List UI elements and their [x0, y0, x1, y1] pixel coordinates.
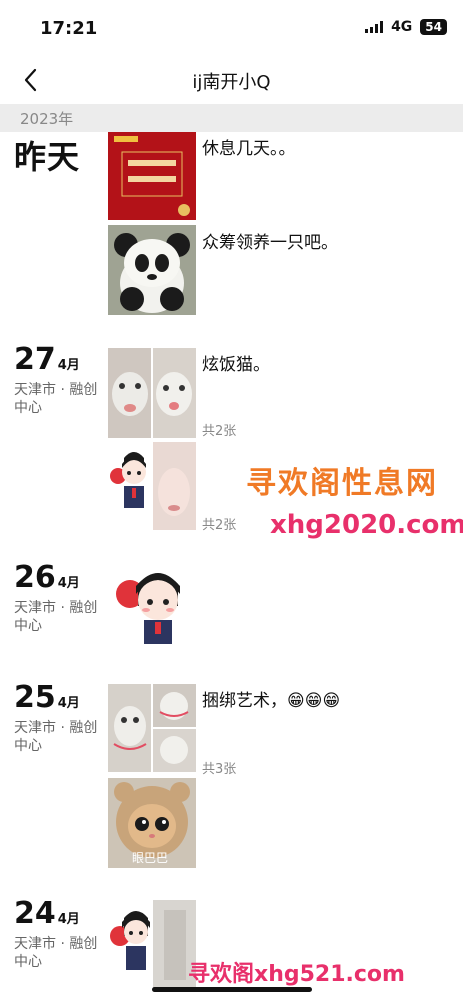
watermark: 寻欢阁xhg521.com [188, 962, 405, 987]
signal-icon [365, 21, 384, 33]
girl-sticker-image [108, 442, 196, 530]
battery-icon: 54 [420, 19, 447, 35]
day-number: 27 [14, 342, 56, 377]
day-number: 26 [14, 560, 56, 595]
photo-count: 共2张 [202, 424, 237, 439]
girl-balloon-collage-image [108, 900, 196, 992]
image-caption: 眼巴巴 [132, 851, 168, 865]
day-number: 24 [14, 896, 56, 931]
network-label: 4G [391, 19, 413, 35]
day-number: 25 [14, 680, 56, 715]
status-bar: 17:21 4G 54 [0, 0, 463, 56]
month-label: 4月 [57, 358, 80, 373]
month-label: 4月 [57, 576, 80, 591]
post-thumbnail[interactable] [108, 225, 196, 315]
month-label: 4月 [57, 696, 80, 711]
status-time: 17:21 [40, 18, 98, 39]
location-label: 天津市 · 融创中心 [14, 936, 98, 970]
location-label: 天津市 · 融创中心 [14, 600, 98, 634]
home-indicator[interactable] [152, 987, 312, 992]
date-header: 昨天 [14, 132, 80, 178]
photo-count: 共2张 [202, 518, 237, 533]
post-text[interactable]: 众筹领养一只吧。 [202, 228, 338, 253]
date-label: 昨天 [14, 138, 81, 176]
month-label: 4月 [57, 912, 80, 927]
location-label: 天津市 · 融创中心 [14, 720, 98, 754]
date-header: 24 4月 天津市 · 融创中心 [14, 896, 98, 971]
post-thumbnail[interactable] [108, 132, 196, 220]
panda-image [108, 225, 196, 315]
photo-count: 共3张 [202, 762, 237, 777]
year-label: 2023年 [20, 110, 74, 128]
tied-cats-collage-image [108, 684, 196, 772]
post-thumbnail[interactable]: 眼巴巴 [108, 778, 196, 868]
post-text[interactable]: 捆绑艺术，😁😁😁 [202, 686, 340, 711]
girl-balloon-sticker-image [108, 562, 196, 652]
page-title: ij南开小Q [192, 72, 271, 93]
date-header: 25 4月 天津市 · 融创中心 [14, 680, 98, 755]
new-year-card-image [108, 132, 196, 220]
status-indicators: 4G 54 [365, 19, 447, 35]
post-thumbnail[interactable] [108, 562, 196, 652]
post-thumbnail[interactable] [108, 442, 196, 530]
date-header: 26 4月 天津市 · 融创中心 [14, 560, 98, 635]
year-header: 2023年 [0, 104, 463, 132]
date-header: 27 4月 天津市 · 融创中心 [14, 342, 98, 417]
hooded-cat-image: 眼巴巴 [108, 778, 196, 868]
post-thumbnail[interactable] [108, 900, 196, 992]
location-label: 天津市 · 融创中心 [14, 382, 98, 416]
cat-collage-image [108, 348, 196, 438]
nav-bar: ij南开小Q [0, 56, 463, 106]
post-thumbnail[interactable] [108, 684, 196, 772]
post-thumbnail[interactable] [108, 348, 196, 438]
post-text[interactable]: 炫饭猫。 [202, 350, 270, 375]
watermark: xhg2020.com [270, 510, 463, 540]
post-text[interactable]: 休息几天。。 [202, 134, 296, 159]
watermark: 寻欢阁性息网 [246, 466, 438, 501]
